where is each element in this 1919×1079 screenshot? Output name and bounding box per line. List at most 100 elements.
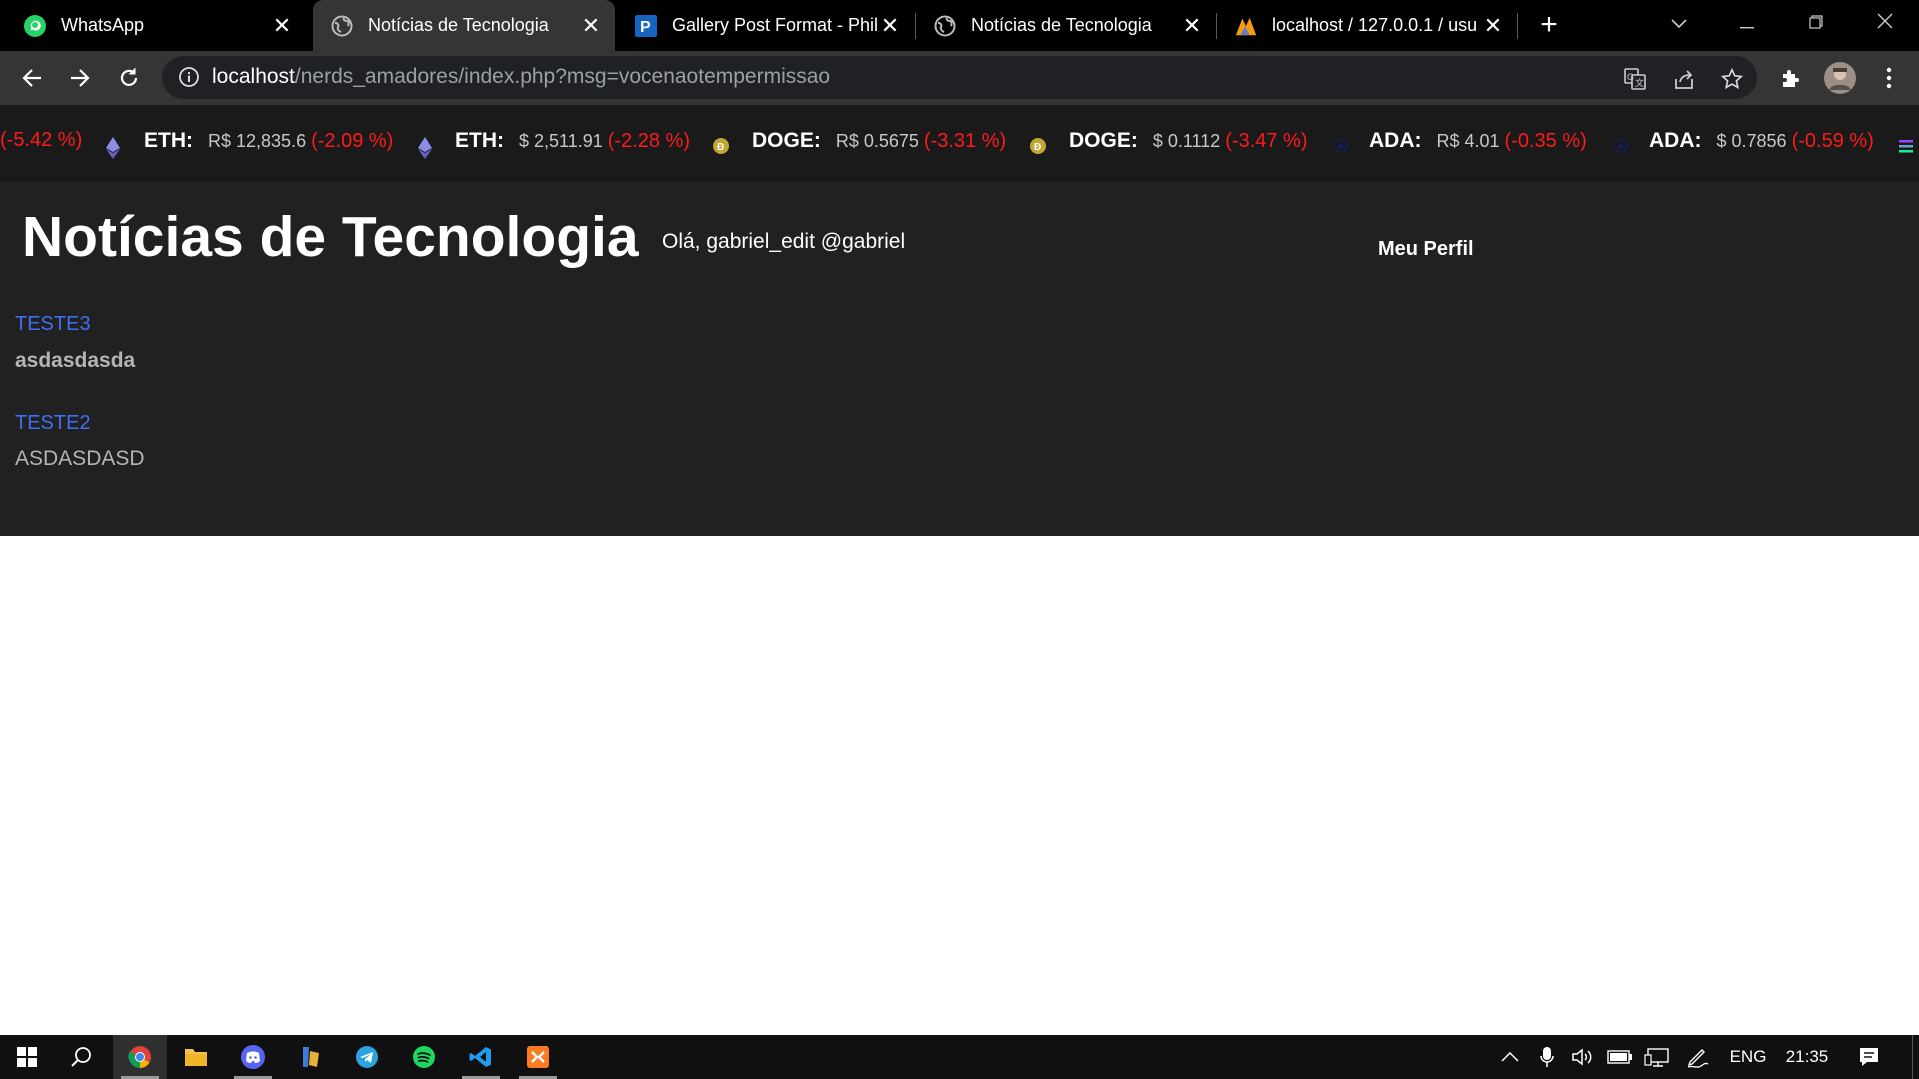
svg-text:Ð: Ð: [717, 142, 724, 153]
ticker-price: R$ 0.5675: [835, 130, 919, 151]
info-icon[interactable]: [178, 66, 202, 90]
reload-icon[interactable]: [112, 61, 146, 95]
ticker-change: (-3.31 %): [923, 129, 1007, 152]
user-greeting: Olá, gabriel_edit @gabriel: [662, 230, 906, 253]
tab-whatsapp[interactable]: WhatsApp ✕: [6, 0, 306, 51]
tab-title: WhatsApp: [61, 15, 145, 35]
minimize-icon[interactable]: [1724, 8, 1770, 38]
tab-gallery-post[interactable]: P Gallery Post Format - Phil ✕: [617, 0, 914, 51]
svg-text:文: 文: [1635, 77, 1644, 89]
solana-coin-icon: [1897, 137, 1915, 155]
ticker-item: (-5.42 %): [0, 129, 82, 152]
tab-separator: [1517, 13, 1518, 39]
ada-coin-icon: [1332, 137, 1350, 155]
post-body: ASDASDASD: [15, 447, 145, 470]
eth-coin-icon: [416, 137, 434, 159]
ticker-symbol: DOGE:: [752, 129, 821, 152]
whatsapp-icon: [23, 14, 47, 38]
language-indicator[interactable]: ENG: [1726, 1035, 1770, 1079]
microphone-icon[interactable]: [1535, 1035, 1559, 1079]
search-icon[interactable]: [54, 1035, 108, 1079]
post-body: asdasdasda: [15, 349, 136, 372]
ticker-change: (-2.09 %): [311, 129, 394, 152]
windows-start-icon[interactable]: [0, 1035, 54, 1079]
tray-chevron-up-icon[interactable]: [1498, 1035, 1522, 1079]
ticker-item: DOGE: R$ 0.5675 (-3.31 %): [752, 129, 1006, 153]
url-text[interactable]: localhost/nerds_amadores/index.php?msg=v…: [212, 65, 830, 89]
url-path: /nerds_amadores/index.php?msg=vocenaotem…: [294, 65, 831, 88]
eth-coin-icon: [104, 137, 122, 159]
file-explorer-icon[interactable]: [169, 1035, 223, 1079]
address-bar[interactable]: localhost/nerds_amadores/index.php?msg=v…: [162, 56, 1757, 99]
windows-taskbar: ENG 21:35: [0, 1035, 1919, 1079]
tab-phpmyadmin[interactable]: localhost / 127.0.0.1 / usu ✕: [1217, 0, 1517, 51]
ticker-symbol: DOGE:: [1069, 129, 1138, 152]
post-title-link[interactable]: TESTE3: [15, 313, 91, 336]
my-profile-link[interactable]: Meu Perfil: [1378, 238, 1474, 261]
extensions-puzzle-icon[interactable]: [1777, 64, 1805, 92]
profile-avatar[interactable]: [1824, 62, 1856, 94]
forward-arrow-icon[interactable]: [63, 61, 97, 95]
bookmark-star-icon[interactable]: [1719, 66, 1745, 92]
close-icon[interactable]: ✕: [270, 13, 294, 38]
globe-icon: [933, 14, 957, 38]
tab-title: Notícias de Tecnologia: [971, 15, 1152, 35]
ticker-price: R$ 12,835.6: [208, 130, 307, 151]
restore-icon[interactable]: [1793, 8, 1839, 38]
post-title-link[interactable]: TESTE2: [15, 412, 91, 435]
ticker-item: ETH: $ 2,511.91 (-2.28 %): [455, 129, 690, 153]
ticker-change: (-3.47 %): [1225, 129, 1308, 152]
ticker-price: R$ 4.01: [1436, 130, 1500, 151]
ticker-change: (-2.28 %): [607, 129, 690, 152]
doge-coin-icon: Ð: [1029, 137, 1047, 155]
ticker-item: DOGE: $ 0.1112 (-3.47 %): [1069, 129, 1308, 153]
ticker-item: ADA: $ 0.7856 (-0.59 %): [1649, 129, 1874, 153]
ticker-change: (-0.35 %): [1504, 129, 1587, 152]
telegram-icon[interactable]: [340, 1035, 394, 1079]
tab-noticias[interactable]: Notícias de Tecnologia ✕: [916, 0, 1216, 51]
translate-icon[interactable]: G文: [1622, 66, 1648, 92]
ticker-symbol: ETH:: [455, 129, 504, 152]
tab-title: Gallery Post Format - Phil: [672, 15, 878, 35]
share-icon[interactable]: [1671, 66, 1697, 92]
tab-search-icon[interactable]: [1656, 8, 1702, 38]
close-icon[interactable]: ✕: [579, 13, 603, 38]
url-host: localhost: [212, 65, 295, 88]
page-viewport: (-5.42 %) ETH: R$ 12,835.6 (-2.09 %) ETH…: [0, 105, 1919, 1035]
tab-title: Notícias de Tecnologia: [368, 15, 549, 35]
spotify-icon[interactable]: [397, 1035, 451, 1079]
close-window-icon[interactable]: [1862, 8, 1908, 38]
chrome-taskbar-icon[interactable]: [113, 1035, 167, 1079]
xampp-icon[interactable]: [511, 1035, 565, 1079]
site-title: Notícias de Tecnologia: [22, 205, 639, 269]
vscode-icon[interactable]: [454, 1035, 508, 1079]
ticker-item: ADA: R$ 4.01 (-0.35 %): [1369, 129, 1587, 153]
tab-title: localhost / 127.0.0.1 / usu: [1272, 15, 1478, 35]
ticker-price: $ 0.1112: [1152, 130, 1221, 151]
close-icon[interactable]: ✕: [878, 13, 902, 38]
menu-kebab-icon[interactable]: [1875, 64, 1903, 92]
close-icon[interactable]: ✕: [1180, 13, 1204, 38]
back-arrow-icon[interactable]: [15, 61, 49, 95]
ada-coin-icon: [1612, 137, 1630, 155]
doge-coin-icon: Ð: [712, 137, 730, 155]
discord-icon[interactable]: [226, 1035, 280, 1079]
tab-noticias-active[interactable]: Notícias de Tecnologia ✕: [313, 0, 615, 51]
ticker-item: ETH: R$ 12,835.6 (-2.09 %): [144, 129, 393, 153]
phpmyadmin-icon: [1234, 14, 1258, 38]
new-tab-button[interactable]: +: [1532, 10, 1566, 40]
network-icon[interactable]: [1642, 1035, 1672, 1079]
close-icon[interactable]: ✕: [1481, 13, 1505, 38]
volume-icon[interactable]: [1569, 1035, 1597, 1079]
ticker-symbol: ADA:: [1649, 129, 1702, 152]
svg-text:P: P: [640, 19, 651, 36]
notifications-icon[interactable]: [1854, 1035, 1884, 1079]
battery-icon[interactable]: [1606, 1035, 1634, 1079]
svg-text:Ð: Ð: [1034, 142, 1041, 153]
show-desktop-divider[interactable]: [1912, 1035, 1913, 1079]
pen-icon[interactable]: [1683, 1035, 1713, 1079]
browser-toolbar: localhost/nerds_amadores/index.php?msg=v…: [0, 51, 1919, 105]
clock-time[interactable]: 21:35: [1782, 1035, 1832, 1079]
ticker-change: (-5.42 %): [0, 129, 83, 151]
app-icon[interactable]: [284, 1035, 338, 1079]
